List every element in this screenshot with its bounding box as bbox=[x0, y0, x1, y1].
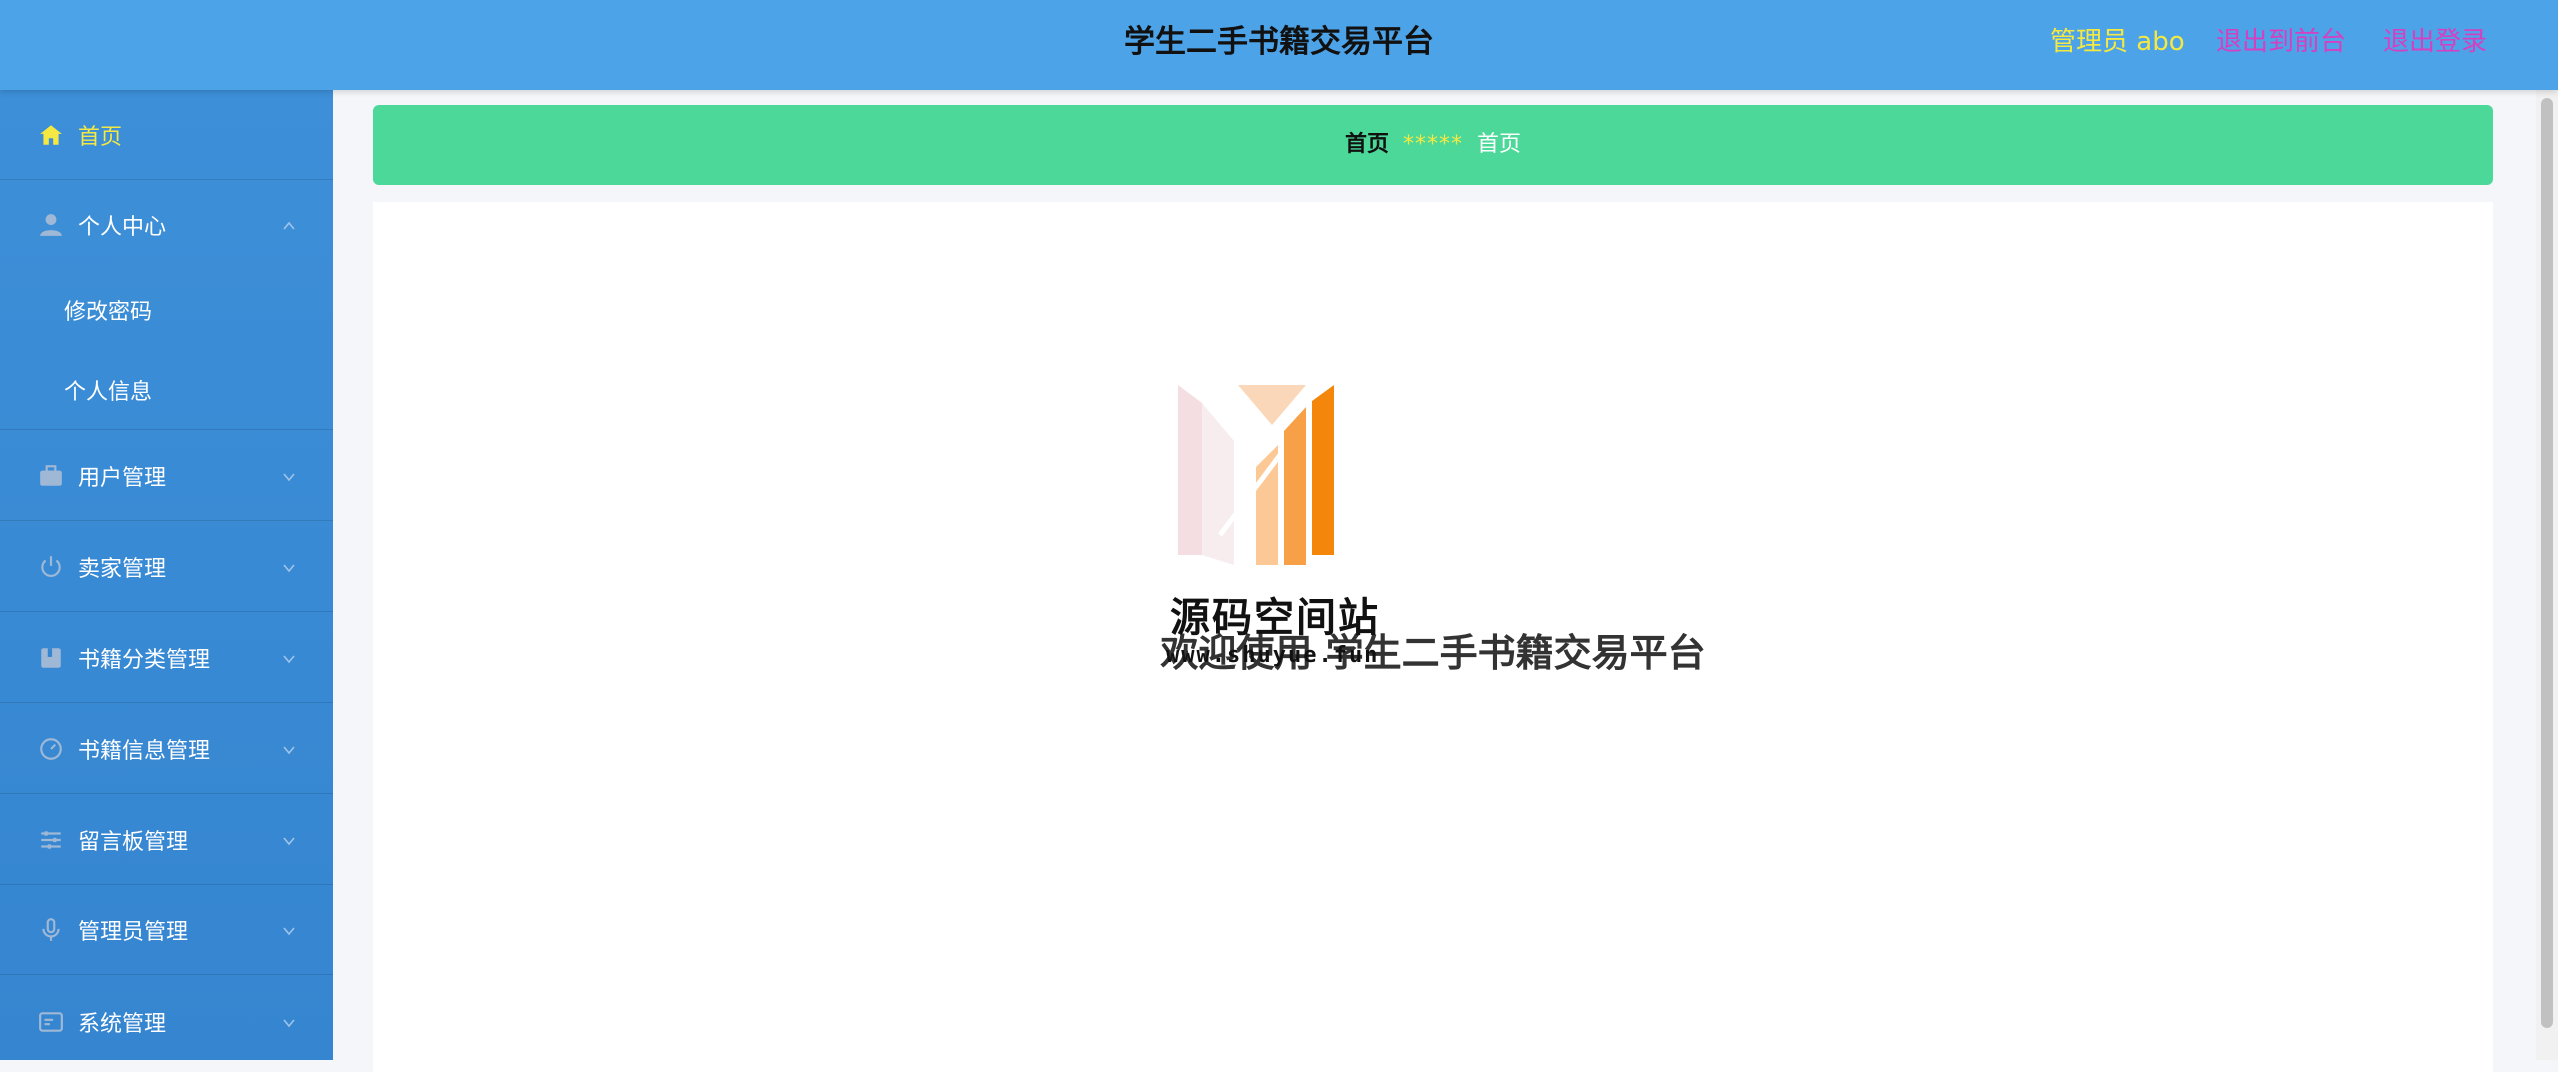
power-icon bbox=[38, 554, 64, 580]
vertical-scrollbar[interactable] bbox=[2536, 90, 2558, 1060]
chevron-down-icon bbox=[282, 923, 296, 937]
breadcrumb: 首页 ***** 首页 bbox=[373, 105, 2493, 185]
watermark-url: www.shuyue.fun bbox=[1166, 643, 1380, 668]
chevron-down-icon bbox=[282, 651, 296, 665]
watermark-text: 源码空间站 bbox=[1170, 595, 1380, 641]
sidebar-subitem-personal-info[interactable]: 个人信息 bbox=[64, 374, 152, 406]
sliders-icon bbox=[38, 827, 64, 853]
chevron-down-icon bbox=[282, 1015, 296, 1029]
system-icon bbox=[38, 1009, 64, 1035]
welcome-text: 欢迎使用 学生二手书籍交易平台 bbox=[1160, 631, 1706, 675]
main-area: 首页 ***** 首页 欢迎使用 学生二手书籍交易平台 bbox=[333, 90, 2538, 1072]
chevron-down-icon bbox=[282, 833, 296, 847]
sidebar-item-personal-center[interactable]: 个人中心 bbox=[0, 180, 333, 270]
watermark-logo bbox=[1178, 385, 1334, 565]
watermark: 源码空间站 www.shuyue.fun bbox=[1160, 385, 1420, 675]
chevron-up-icon bbox=[282, 218, 296, 232]
logout-link[interactable]: 退出登录 bbox=[2383, 0, 2487, 84]
sidebar-item-system-management[interactable]: 系统管理 bbox=[0, 975, 333, 1060]
sidebar: 首页 个人中心 修改密码 个人信息 用户管理 卖家管理 书籍分类管理 书籍信息管… bbox=[0, 90, 333, 1060]
top-header: 学生二手书籍交易平台 管理员 abo 退出到前台 退出登录 bbox=[0, 0, 2558, 90]
sidebar-item-label: 书籍信息管理 bbox=[78, 739, 211, 764]
dashboard-icon bbox=[38, 736, 64, 762]
microphone-icon bbox=[38, 917, 64, 943]
home-icon bbox=[38, 122, 64, 148]
back-to-front-link[interactable]: 退出到前台 bbox=[2216, 0, 2346, 84]
sidebar-item-label: 留言板管理 bbox=[78, 830, 189, 855]
briefcase-icon bbox=[38, 463, 64, 489]
sidebar-item-seller-management[interactable]: 卖家管理 bbox=[0, 521, 333, 612]
sidebar-item-label: 书籍分类管理 bbox=[78, 648, 211, 673]
sidebar-item-label: 管理员管理 bbox=[78, 920, 189, 945]
chevron-down-icon bbox=[282, 560, 296, 574]
admin-label: 管理员 abo bbox=[2050, 27, 2185, 57]
chevron-down-icon bbox=[282, 469, 296, 483]
sidebar-item-message-board-management[interactable]: 留言板管理 bbox=[0, 794, 333, 885]
book-icon bbox=[38, 645, 64, 671]
sidebar-item-book-category-management[interactable]: 书籍分类管理 bbox=[0, 612, 333, 703]
sidebar-subitem-change-password[interactable]: 修改密码 bbox=[64, 294, 152, 326]
scrollbar-thumb[interactable] bbox=[2541, 98, 2553, 1028]
breadcrumb-separator: ***** bbox=[1403, 132, 1463, 157]
chevron-down-icon bbox=[282, 742, 296, 756]
sidebar-item-label: 卖家管理 bbox=[78, 557, 167, 582]
sidebar-item-admin-management[interactable]: 管理员管理 bbox=[0, 885, 333, 975]
sidebar-item-label: 首页 bbox=[78, 125, 123, 150]
sidebar-item-book-info-management[interactable]: 书籍信息管理 bbox=[0, 703, 333, 794]
breadcrumb-item-current: 首页 bbox=[1477, 132, 1522, 157]
sidebar-item-home[interactable]: 首页 bbox=[0, 90, 333, 180]
content-panel: 欢迎使用 学生二手书籍交易平台 bbox=[373, 202, 2493, 1072]
sidebar-item-label: 个人中心 bbox=[78, 215, 167, 240]
user-icon bbox=[38, 212, 64, 238]
sidebar-item-label: 用户管理 bbox=[78, 466, 167, 491]
sidebar-item-user-management[interactable]: 用户管理 bbox=[0, 430, 333, 521]
sidebar-item-label: 系统管理 bbox=[78, 1012, 167, 1037]
breadcrumb-item-home[interactable]: 首页 bbox=[1345, 132, 1389, 157]
